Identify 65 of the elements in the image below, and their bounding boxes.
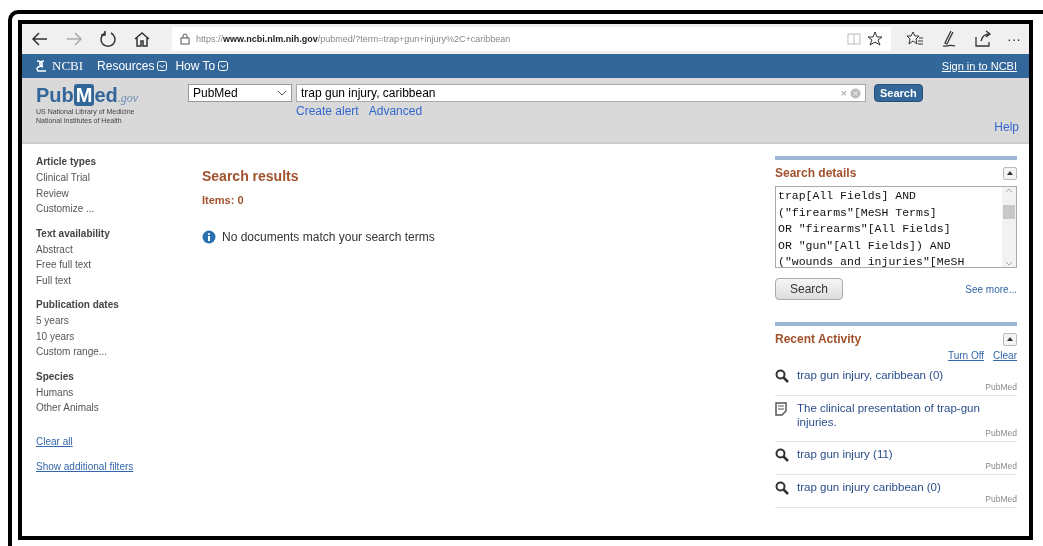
filter-item[interactable]: Clinical Trial [36,170,202,186]
activity-source: PubMed [985,461,1017,471]
address-bar[interactable]: https://www.ncbi.nlm.nih.gov/pubmed/?term=trap+gun+injury%2C+caribbean [172,27,891,51]
star-icon[interactable] [867,31,883,47]
more-button[interactable]: ··· [1007,31,1021,47]
filter-item[interactable]: Humans [36,384,202,400]
search-field[interactable]: trap gun injury, caribbean × [296,84,866,102]
activity-source: PubMed [985,494,1017,504]
activity-link[interactable]: trap gun injury caribbean (0) [797,480,1017,495]
nav-menu[interactable]: Resources [97,59,168,73]
filter-link[interactable]: Show additional filters [36,460,202,472]
filter-item[interactable]: Full text [36,272,202,288]
pubmed-logo[interactable]: PubMed.gov [36,84,164,107]
filter-item[interactable]: Review [36,185,202,201]
panel-title: Search details [775,166,857,180]
panel-title: Recent Activity [775,332,862,346]
filter-item[interactable]: Free full text [36,257,202,273]
filter-item[interactable]: Other Animals [36,400,202,416]
share-icon[interactable] [973,29,993,49]
activity-link[interactable]: trap gun injury, caribbean (0) [797,368,1017,383]
details-search-button[interactable]: Search [775,278,844,300]
collapse-button[interactable] [1003,332,1017,346]
database-select[interactable]: PubMed [188,84,292,102]
caret-icon [277,90,287,96]
header-link[interactable]: Advanced [368,104,423,118]
filter-heading: Species [36,370,75,382]
header-link[interactable]: Create alert [296,104,359,118]
no-results-message: No documents match your search terms [222,230,435,244]
search-icon [775,481,789,495]
filter-heading: Text availability [36,227,111,239]
search-icon [775,369,789,383]
collapse-button[interactable] [1003,166,1017,180]
filter-heading: Publication dates [36,299,120,310]
nav-menu[interactable]: How To [175,59,229,73]
items-count: Items: 0 [202,194,245,206]
filter-item[interactable]: Custom range... [36,344,202,360]
activity-source: PubMed [985,428,1017,438]
see-more-link[interactable]: See more... [965,283,1017,295]
filter-item[interactable]: Customize ... [36,201,202,217]
help-link[interactable]: Help [994,120,1019,134]
ncbi-logo[interactable]: NCBI [34,58,84,74]
activity-link[interactable]: The clinical presentation of trap-gun injuries. [797,401,1017,429]
sign-in-link[interactable]: Sign in to NCBI [941,60,1017,72]
caret-icon [218,61,229,71]
triangle-icon [1007,337,1013,341]
search-button[interactable]: Search [874,84,923,102]
url-text: https://www.ncbi.nlm.nih.gov/pubmed/?term=trap+gun+injury%2C+caribbean [196,34,512,44]
filter-link[interactable]: Clear all [36,435,202,447]
activity-action-link[interactable]: Clear [993,350,1017,361]
filter-item[interactable]: Abstract [36,241,202,257]
filter-item[interactable]: 10 years [36,328,202,344]
info-icon [202,230,216,244]
search-icon [775,448,789,462]
filter-item[interactable]: 5 years [36,313,202,329]
filter-heading: Article types [36,156,98,167]
lock-icon [180,33,190,45]
refresh-icon[interactable] [98,29,118,49]
activity-source: PubMed [985,382,1017,392]
activity-action-link[interactable]: Turn Off [947,350,985,361]
caret-icon [157,61,168,71]
document-icon [775,402,787,416]
activity-link[interactable]: trap gun injury (11) [797,447,1017,462]
home-icon[interactable] [132,29,152,49]
triangle-icon [1007,171,1013,175]
results-title: Search results [202,168,300,184]
